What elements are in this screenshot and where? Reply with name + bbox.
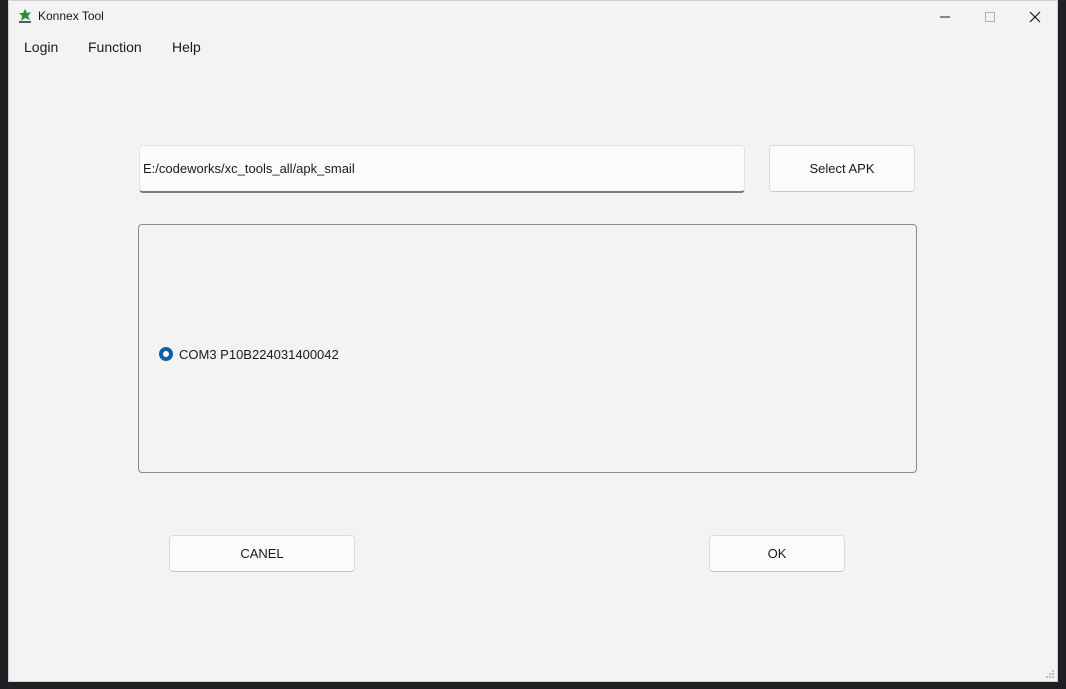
device-list-group: COM3 P10B224031400042 <box>138 224 917 473</box>
device-radio[interactable] <box>159 347 173 361</box>
menu-login[interactable]: Login <box>24 39 58 55</box>
window-title: Konnex Tool <box>38 9 104 23</box>
resize-grip-icon[interactable] <box>1045 669 1055 679</box>
close-button[interactable] <box>1012 1 1058 32</box>
konnex-tool-window: Konnex Tool Login Function Help Select A… <box>8 0 1058 682</box>
device-label: COM3 P10B224031400042 <box>179 346 339 362</box>
background-editor-left <box>0 0 8 689</box>
maximize-button[interactable] <box>967 1 1013 32</box>
cancel-button[interactable]: CANEL <box>169 535 355 572</box>
title-bar[interactable]: Konnex Tool <box>9 1 1057 32</box>
apk-path-input[interactable] <box>139 145 745 193</box>
menu-function[interactable]: Function <box>88 39 142 55</box>
radio-selected-dot <box>163 351 169 357</box>
close-icon <box>1029 11 1041 22</box>
menu-help[interactable]: Help <box>172 39 201 55</box>
konnex-app-icon <box>19 9 31 23</box>
minimize-button[interactable] <box>922 1 968 32</box>
ok-button[interactable]: OK <box>709 535 845 572</box>
device-option[interactable]: COM3 P10B224031400042 <box>159 345 339 363</box>
minimize-icon <box>940 16 950 17</box>
background-editor-right <box>1058 0 1066 689</box>
maximize-icon <box>985 11 995 22</box>
background-editor-bottom <box>0 682 1066 689</box>
menu-bar: Login Function Help <box>9 32 1057 62</box>
select-apk-button[interactable]: Select APK <box>769 145 915 192</box>
